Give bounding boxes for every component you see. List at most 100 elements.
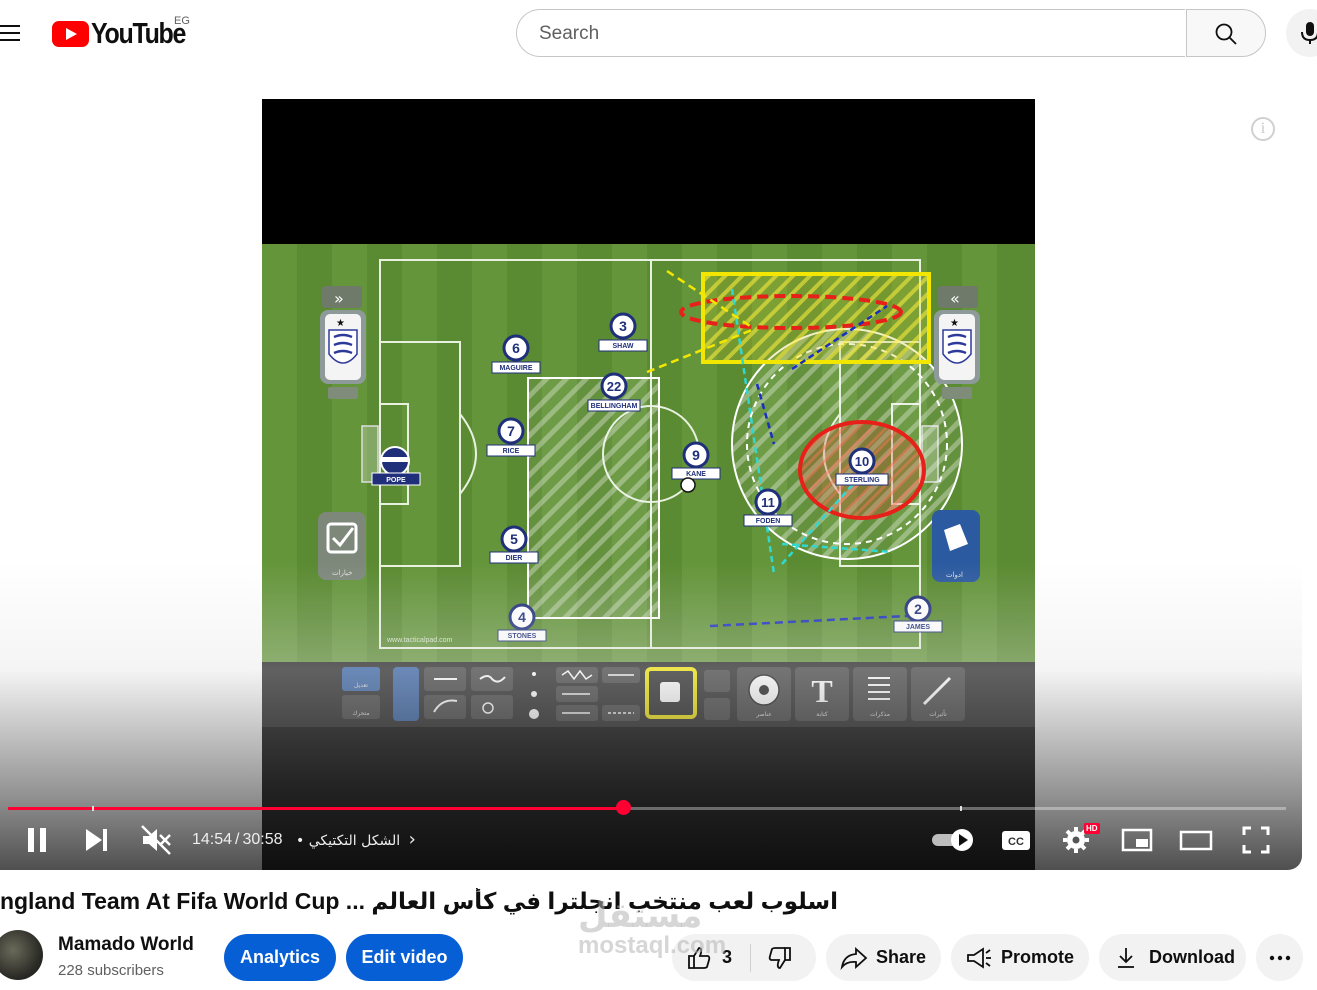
- autoplay-toggle[interactable]: [930, 822, 976, 858]
- tactic-board-toolbar: تعديل متحرك عناصر T كتابة مذكرات تأثيرات: [262, 662, 1035, 727]
- chapter-title-button[interactable]: • الشكل التكتيكي ›: [296, 829, 416, 850]
- svg-text:5: 5: [510, 531, 518, 547]
- thumbs-up-icon: [688, 946, 711, 969]
- ball-icon: [680, 477, 696, 493]
- logo-text: YouTube: [91, 17, 186, 50]
- download-label: Download: [1149, 947, 1235, 967]
- svg-text:7: 7: [507, 423, 515, 439]
- svg-text:2: 2: [914, 601, 922, 617]
- like-button[interactable]: 3: [686, 945, 732, 971]
- svg-text:»: »: [334, 289, 344, 308]
- svg-text:STONES: STONES: [508, 633, 537, 640]
- chevron-right-icon: ›: [408, 829, 416, 850]
- svg-text:KANE: KANE: [686, 471, 706, 478]
- skip-next-icon: [86, 829, 107, 851]
- time-display: 14:54/30:58: [192, 831, 283, 849]
- channel-avatar[interactable]: [0, 930, 43, 980]
- edit-video-button[interactable]: Edit video: [346, 934, 463, 981]
- svg-text:خيارات: خيارات: [332, 569, 353, 577]
- theater-mode-button[interactable]: [1178, 822, 1214, 858]
- svg-text:JAMES: JAMES: [906, 624, 930, 631]
- more-horizontal-icon: [1269, 955, 1290, 960]
- promote-label: Promote: [1001, 947, 1075, 967]
- pause-button[interactable]: [22, 822, 58, 858]
- next-button[interactable]: [80, 822, 116, 858]
- more-actions-button[interactable]: [1256, 934, 1303, 981]
- svg-text:T: T: [811, 673, 832, 709]
- fullscreen-button[interactable]: [1238, 822, 1274, 858]
- megaphone-icon: [967, 946, 991, 969]
- youtube-play-logo-icon: [52, 21, 89, 47]
- volume-muted-icon: [141, 825, 171, 855]
- captions-button[interactable]: CC: [998, 822, 1034, 858]
- svg-text:3: 3: [619, 318, 627, 334]
- svg-text:10: 10: [855, 454, 869, 469]
- current-time: 14:54: [192, 831, 233, 848]
- chapter-title: الشكل التكتيكي: [308, 833, 401, 849]
- channel-name[interactable]: Mamado World: [58, 934, 194, 956]
- svg-text:كتابة: كتابة: [816, 711, 828, 718]
- svg-text:DIER: DIER: [506, 555, 523, 562]
- miniplayer-button[interactable]: [1119, 822, 1155, 858]
- share-label: Share: [876, 947, 927, 967]
- svg-text:«: «: [950, 289, 960, 308]
- video-player[interactable]: www.tacticalpad.com » ★ خيارات « ★ ادوات…: [0, 82, 1302, 870]
- video-frame[interactable]: www.tacticalpad.com » ★ خيارات « ★ ادوات…: [262, 99, 1035, 870]
- progress-played: [8, 807, 624, 810]
- svg-text:تعديل: تعديل: [354, 682, 368, 689]
- analytics-button[interactable]: Analytics: [224, 934, 336, 981]
- svg-text:RICE: RICE: [503, 448, 520, 455]
- edit-video-label: Edit video: [361, 947, 448, 967]
- svg-text:9: 9: [692, 447, 700, 463]
- chapter-marker: [92, 806, 95, 811]
- voice-search-button[interactable]: [1286, 9, 1317, 57]
- microphone-icon: [1301, 22, 1317, 44]
- scrubber-handle[interactable]: [615, 800, 631, 815]
- svg-text:تأثيرات: تأثيرات: [929, 709, 947, 718]
- promote-button[interactable]: Promote: [951, 934, 1089, 981]
- theater-mode-icon: [1179, 830, 1213, 851]
- video-title: اسلوب لعب منتخب انجلترا في كأس العالم ..…: [0, 888, 838, 914]
- hd-badge: HD: [1084, 823, 1100, 834]
- svg-text:مذكرات: مذكرات: [870, 711, 890, 718]
- hamburger-menu-icon[interactable]: [0, 22, 22, 44]
- chapter-bullet: •: [296, 833, 305, 849]
- mute-button[interactable]: [138, 822, 174, 858]
- chapter-marker: [960, 806, 963, 811]
- svg-text:STERLING: STERLING: [844, 477, 880, 484]
- svg-text:POPE: POPE: [386, 477, 406, 484]
- miniplayer-icon: [1121, 828, 1153, 852]
- download-button[interactable]: Download: [1099, 934, 1246, 981]
- youtube-logo[interactable]: YouTube: [52, 17, 186, 50]
- like-count: 3: [722, 947, 733, 967]
- svg-text:6: 6: [512, 340, 520, 356]
- midfield-hatch-zone: [527, 377, 660, 619]
- info-icon[interactable]: i: [1251, 117, 1275, 141]
- search-input[interactable]: [537, 22, 1141, 46]
- svg-text:SHAW: SHAW: [613, 343, 634, 350]
- svg-text:CC: CC: [1008, 836, 1024, 848]
- search-button[interactable]: [1186, 9, 1266, 57]
- svg-text:متحرك: متحرك: [352, 710, 369, 717]
- search-icon: [1215, 23, 1237, 45]
- svg-text:4: 4: [518, 609, 526, 625]
- svg-text:★: ★: [336, 318, 345, 329]
- tactical-pad-watermark: www.tacticalpad.com: [386, 637, 453, 644]
- like-dislike-group: 3: [672, 934, 816, 981]
- svg-text:11: 11: [761, 495, 775, 510]
- dislike-button[interactable]: [767, 945, 793, 971]
- subscriber-count: 228 subscribers: [58, 962, 164, 979]
- download-icon: [1118, 947, 1134, 968]
- svg-text:عناصر: عناصر: [755, 711, 772, 718]
- share-button[interactable]: Share: [826, 934, 941, 981]
- svg-text:MAGUIRE: MAGUIRE: [499, 365, 532, 372]
- time-separator: /: [235, 831, 240, 848]
- country-code: EG: [174, 15, 190, 27]
- svg-text:22: 22: [607, 379, 621, 394]
- progress-bar[interactable]: [8, 800, 1286, 815]
- svg-text:FODEN: FODEN: [756, 518, 781, 525]
- fullscreen-icon: [1242, 826, 1270, 854]
- tactics-board: www.tacticalpad.com » ★ خيارات « ★ ادوات…: [262, 244, 1035, 662]
- autoplay-toggle-icon: [932, 829, 973, 851]
- svg-text:★: ★: [950, 318, 959, 329]
